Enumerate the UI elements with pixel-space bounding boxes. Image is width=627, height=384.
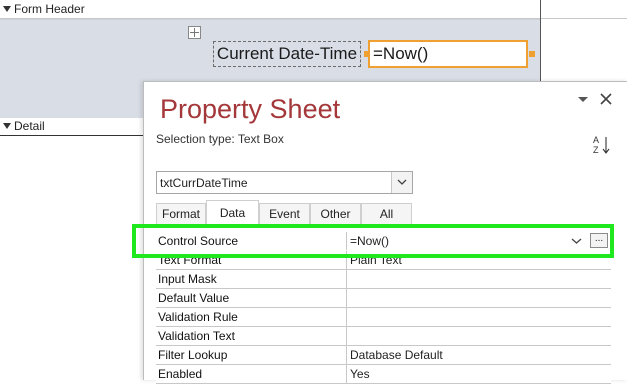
tab-data[interactable]: Data: [206, 200, 259, 225]
property-value-cell[interactable]: Yes: [346, 365, 611, 383]
property-value-cell[interactable]: [346, 308, 611, 326]
now-textbox-control[interactable]: =Now(): [368, 40, 528, 68]
property-name: Input Mask: [158, 272, 217, 286]
property-value-cell[interactable]: [346, 270, 611, 288]
property-row[interactable]: Validation Rule: [156, 308, 611, 327]
resize-handle-right[interactable]: [529, 51, 535, 57]
property-value-cell[interactable]: [346, 327, 611, 345]
resize-handle-left[interactable]: [364, 51, 370, 57]
combo-dropdown-button[interactable]: [391, 172, 412, 193]
property-sheet-title: Property Sheet: [160, 94, 341, 124]
tab-event[interactable]: Event: [259, 203, 310, 225]
property-name: Default Value: [158, 291, 230, 305]
form-header-label: Form Header: [14, 2, 85, 16]
svg-text:A: A: [593, 135, 599, 145]
property-name: Filter Lookup: [158, 348, 228, 362]
pane-options-chevron-icon[interactable]: [576, 92, 590, 106]
section-collapse-icon: [3, 6, 11, 12]
sort-az-icon[interactable]: A Z: [592, 134, 612, 156]
current-datetime-label-control[interactable]: Current Date-Time: [213, 41, 361, 67]
object-selector-combo[interactable]: txtCurrDateTime: [156, 171, 413, 194]
property-row[interactable]: Enabled Yes: [156, 365, 611, 384]
detail-label: Detail: [14, 119, 45, 133]
form-header-bar[interactable]: Form Header: [0, 0, 627, 18]
close-icon[interactable]: [598, 91, 614, 107]
property-value-cell[interactable]: [346, 289, 611, 307]
move-handle-icon[interactable]: [188, 26, 201, 39]
svg-text:Z: Z: [593, 145, 599, 155]
property-name: Validation Rule: [158, 310, 238, 324]
property-row[interactable]: Validation Text: [156, 327, 611, 346]
property-value-cell[interactable]: Database Default: [346, 346, 611, 364]
tab-all[interactable]: All: [361, 203, 412, 225]
control-source-highlight: [132, 224, 614, 258]
detail-collapse-icon: [3, 123, 11, 129]
chevron-down-icon: [397, 179, 407, 185]
selection-type-label: Selection type: Text Box: [156, 132, 284, 146]
property-name: Validation Text: [158, 329, 235, 343]
property-row[interactable]: Input Mask: [156, 270, 611, 289]
property-row[interactable]: Filter Lookup Database Default: [156, 346, 611, 365]
property-value: Database Default: [350, 348, 443, 362]
property-row[interactable]: Default Value: [156, 289, 611, 308]
tab-format[interactable]: Format: [156, 203, 206, 225]
object-selector-value: txtCurrDateTime: [160, 176, 248, 190]
tab-other[interactable]: Other: [310, 203, 361, 225]
